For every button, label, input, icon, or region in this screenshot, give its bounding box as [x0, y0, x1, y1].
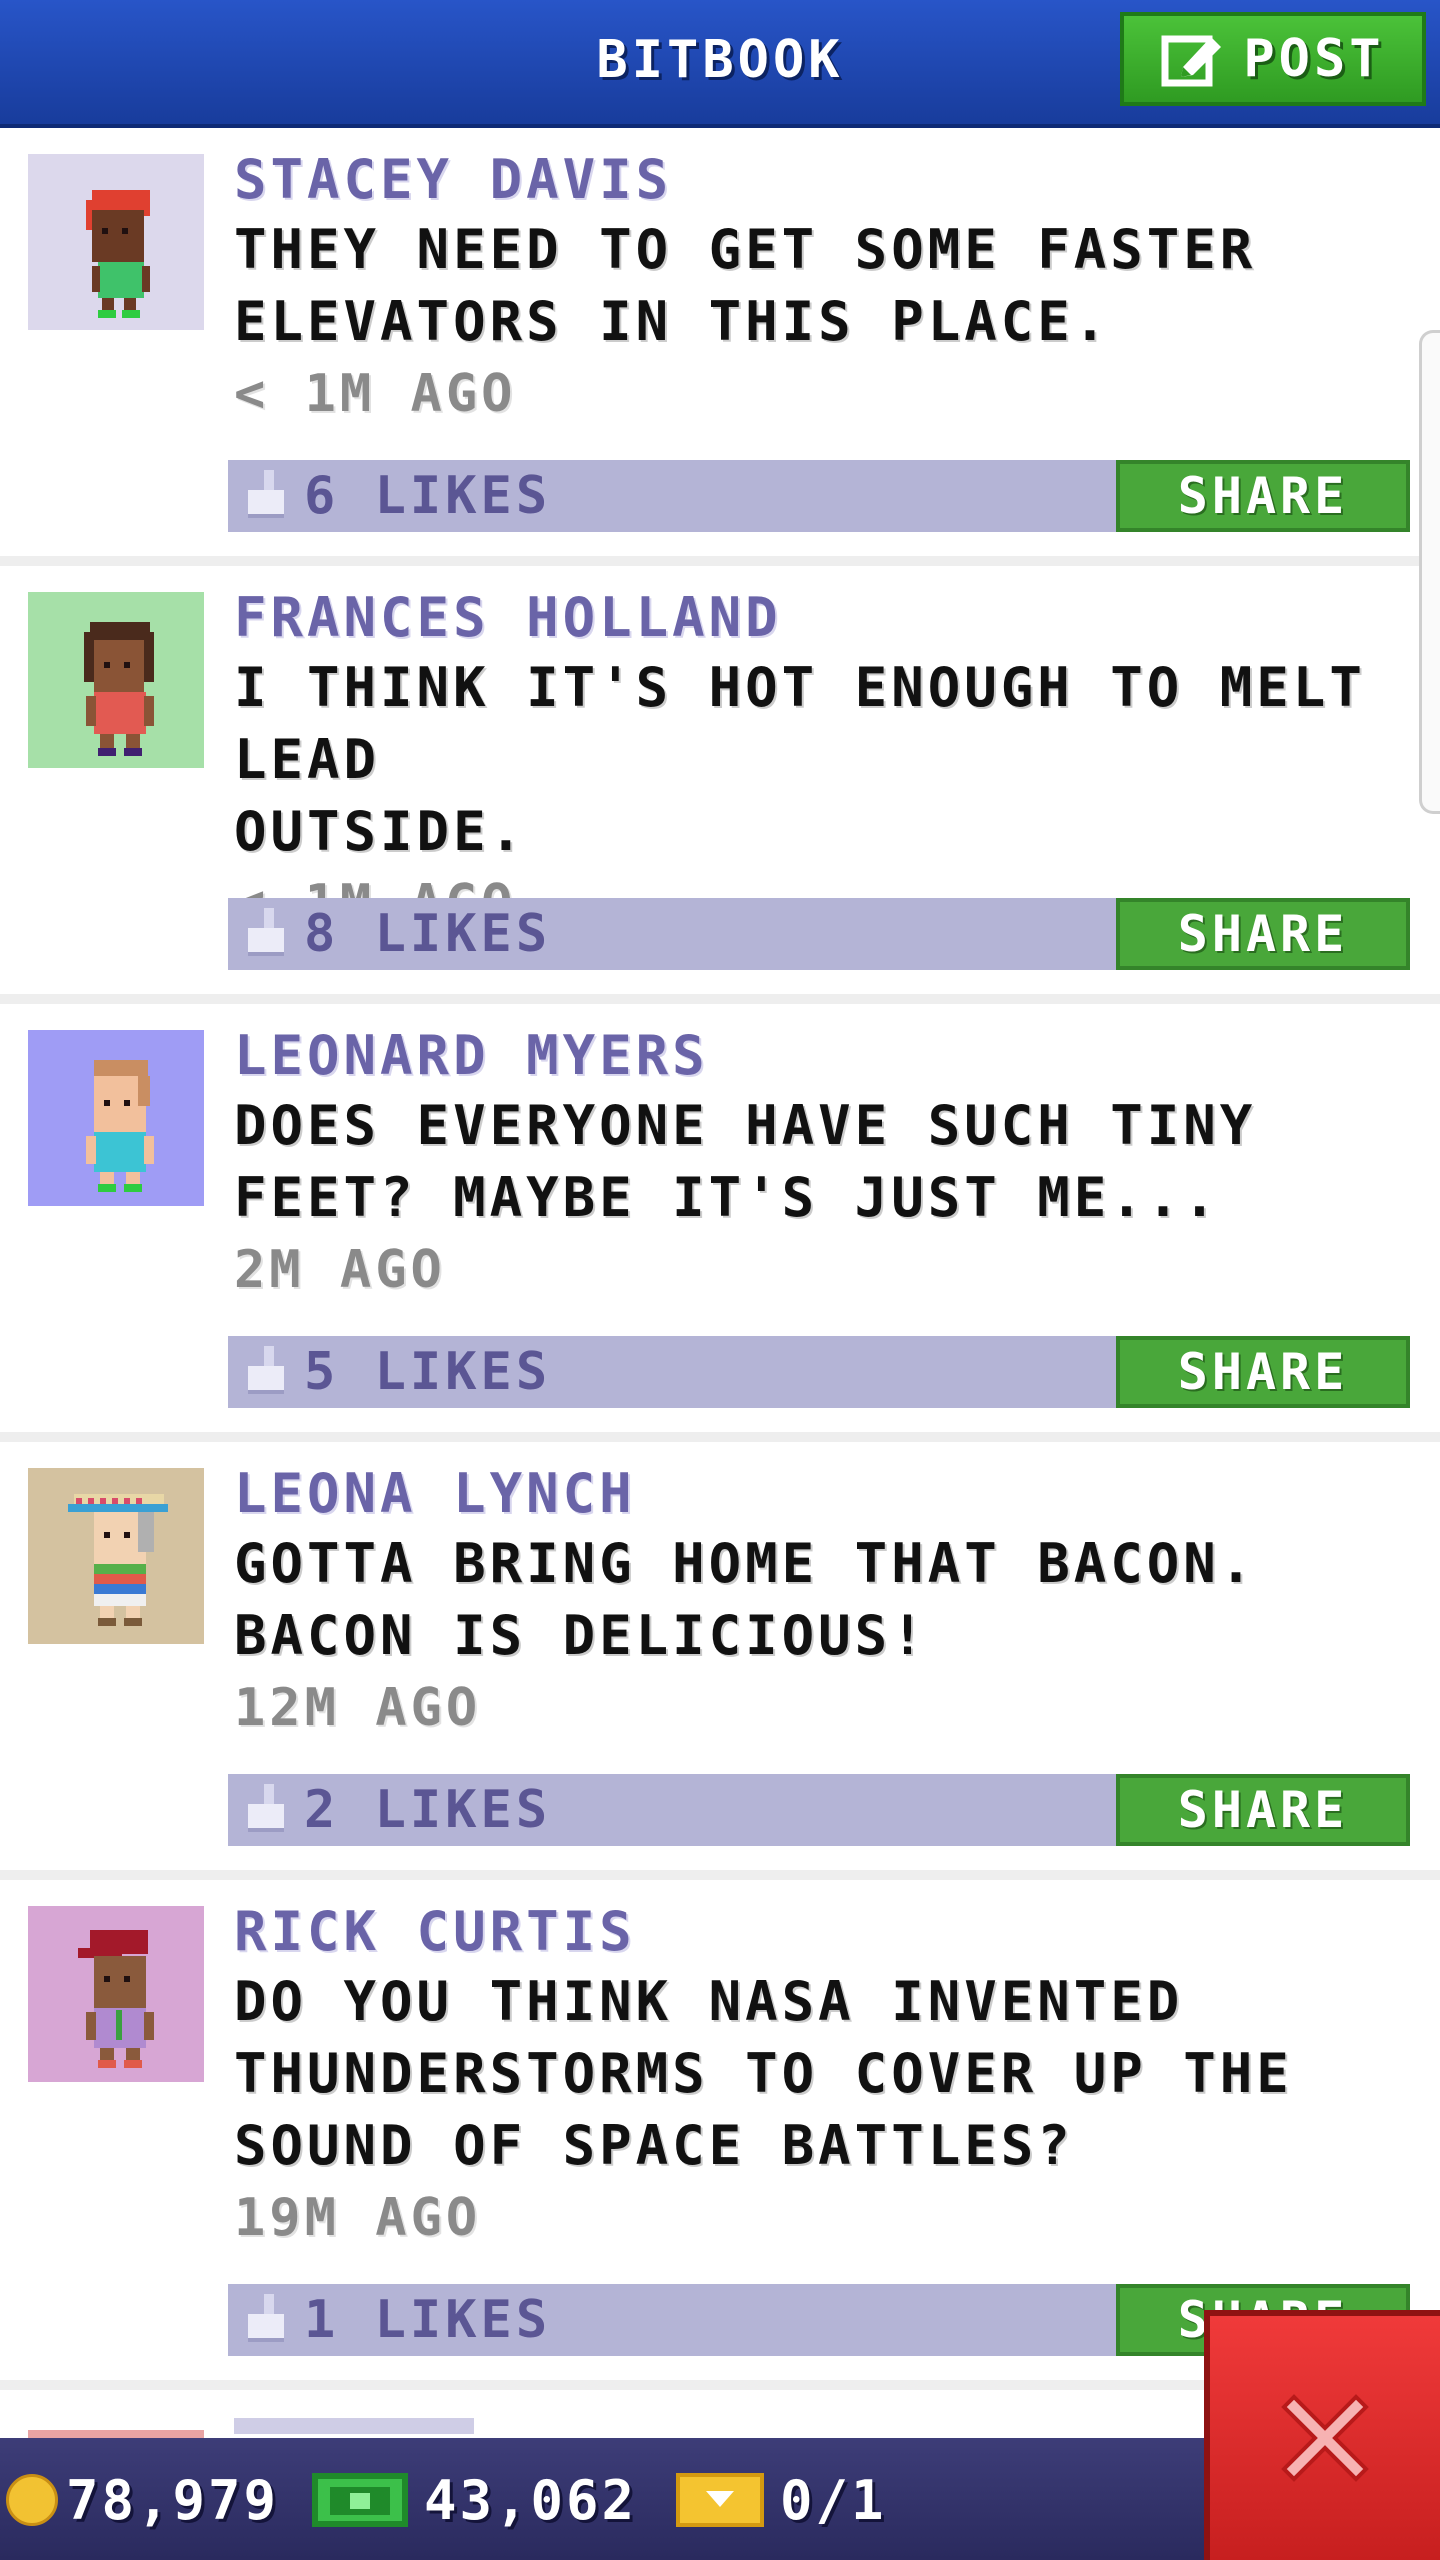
feed-post: LEONARD MYERS DOES EVERYONE HAVE SUCH TI… [0, 1004, 1440, 1442]
app-header: BITBOOK POST [0, 0, 1440, 128]
tickets-value: 0/1 [780, 2468, 887, 2532]
cash-icon [312, 2473, 408, 2527]
post-content: FRANCES HOLLAND I THINK IT'S HOT ENOUGH … [234, 584, 1420, 940]
share-button[interactable]: SHARE [1116, 898, 1410, 970]
post-author[interactable]: RICK CURTIS [234, 1898, 1420, 1966]
post-message-line: SOUND OF SPACE BATTLES? [234, 2114, 1074, 2177]
post-content: LEONARD MYERS DOES EVERYONE HAVE SUCH TI… [234, 1022, 1420, 1306]
post-message-line: ELEVATORS IN THIS PLACE. [234, 290, 1111, 353]
post-author[interactable]: FRANCES HOLLAND [234, 584, 1420, 652]
post-content: STACEY DAVIS THEY NEED TO GET SOME FASTE… [234, 146, 1420, 430]
post-content: LEONA LYNCH GOTTA BRING HOME THAT BACON.… [234, 1460, 1420, 1744]
thumbs-up-icon[interactable] [244, 470, 288, 522]
cash-stat: 43,062 [312, 2468, 638, 2532]
coin-icon [6, 2474, 58, 2526]
coins-stat: 78,979 [6, 2468, 280, 2532]
tickets-stat: 0/1 [676, 2468, 887, 2532]
post-time: 2M AGO [234, 1240, 446, 1300]
post-message-line: BACON IS DELICIOUS! [234, 1604, 928, 1667]
share-button[interactable]: SHARE [1116, 460, 1410, 532]
post-message-line: DO YOU THINK NASA INVENTED [234, 1970, 1184, 2033]
post-message-line: THEY NEED TO GET SOME FASTER [234, 218, 1257, 281]
post-message-line: THUNDERSTORMS TO COVER UP THE [234, 2042, 1293, 2105]
avatar[interactable] [28, 1030, 204, 1206]
feed-post: STACEY DAVIS THEY NEED TO GET SOME FASTE… [0, 128, 1440, 566]
likes-count: 6 LIKES [304, 466, 552, 526]
post-content: RICK CURTIS DO YOU THINK NASA INVENTED T… [234, 1898, 1420, 2254]
avatar[interactable] [28, 592, 204, 768]
coins-value: 78,979 [66, 2468, 280, 2532]
like-bar: 6 LIKES SHARE [228, 460, 1410, 532]
likes-count: 8 LIKES [304, 904, 552, 964]
ticket-icon [676, 2473, 764, 2527]
share-button[interactable]: SHARE [1116, 1774, 1410, 1846]
post-author[interactable]: LEONA LYNCH [234, 1460, 1420, 1528]
thumbs-up-icon[interactable] [244, 1346, 288, 1398]
post-message-line: OUTSIDE. [234, 800, 527, 863]
post-message-line: I THINK IT'S HOT ENOUGH TO MELT LEAD [234, 656, 1366, 791]
share-button[interactable]: SHARE [1116, 1336, 1410, 1408]
like-bar: 5 LIKES SHARE [228, 1336, 1410, 1408]
post-author [234, 2418, 474, 2434]
cash-value: 43,062 [424, 2468, 638, 2532]
feed-post: FRANCES HOLLAND I THINK IT'S HOT ENOUGH … [0, 566, 1440, 1004]
post-author[interactable]: LEONARD MYERS [234, 1022, 1420, 1090]
post-time: < 1M AGO [234, 364, 517, 424]
thumbs-up-icon[interactable] [244, 1784, 288, 1836]
post-author[interactable]: STACEY DAVIS [234, 146, 1420, 214]
post-button[interactable]: POST [1120, 12, 1426, 106]
close-button[interactable] [1204, 2310, 1440, 2560]
post-message-line: DOES EVERYONE HAVE SUCH TINY [234, 1094, 1257, 1157]
post-message-line: GOTTA BRING HOME THAT BACON. [234, 1532, 1257, 1595]
like-bar: 2 LIKES SHARE [228, 1774, 1410, 1846]
likes-count: 5 LIKES [304, 1342, 552, 1402]
scrollbar[interactable] [1419, 330, 1440, 814]
feed-post: LEONA LYNCH GOTTA BRING HOME THAT BACON.… [0, 1442, 1440, 1880]
close-icon [1281, 2394, 1369, 2482]
thumbs-up-icon[interactable] [244, 2294, 288, 2346]
thumbs-up-icon[interactable] [244, 908, 288, 960]
post-button-label: POST [1243, 29, 1385, 89]
post-time: 19M AGO [234, 2188, 482, 2248]
likes-count: 1 LIKES [304, 2290, 552, 2350]
avatar[interactable] [28, 1468, 204, 1644]
avatar[interactable] [28, 154, 204, 330]
likes-count: 2 LIKES [304, 1780, 552, 1840]
post-message-line: FEET? MAYBE IT'S JUST ME... [234, 1166, 1220, 1229]
post-time: 12M AGO [234, 1678, 482, 1738]
like-bar: 8 LIKES SHARE [228, 898, 1410, 970]
avatar[interactable] [28, 1906, 204, 2082]
edit-icon [1161, 29, 1225, 89]
feed[interactable]: STACEY DAVIS THEY NEED TO GET SOME FASTE… [0, 128, 1440, 2390]
